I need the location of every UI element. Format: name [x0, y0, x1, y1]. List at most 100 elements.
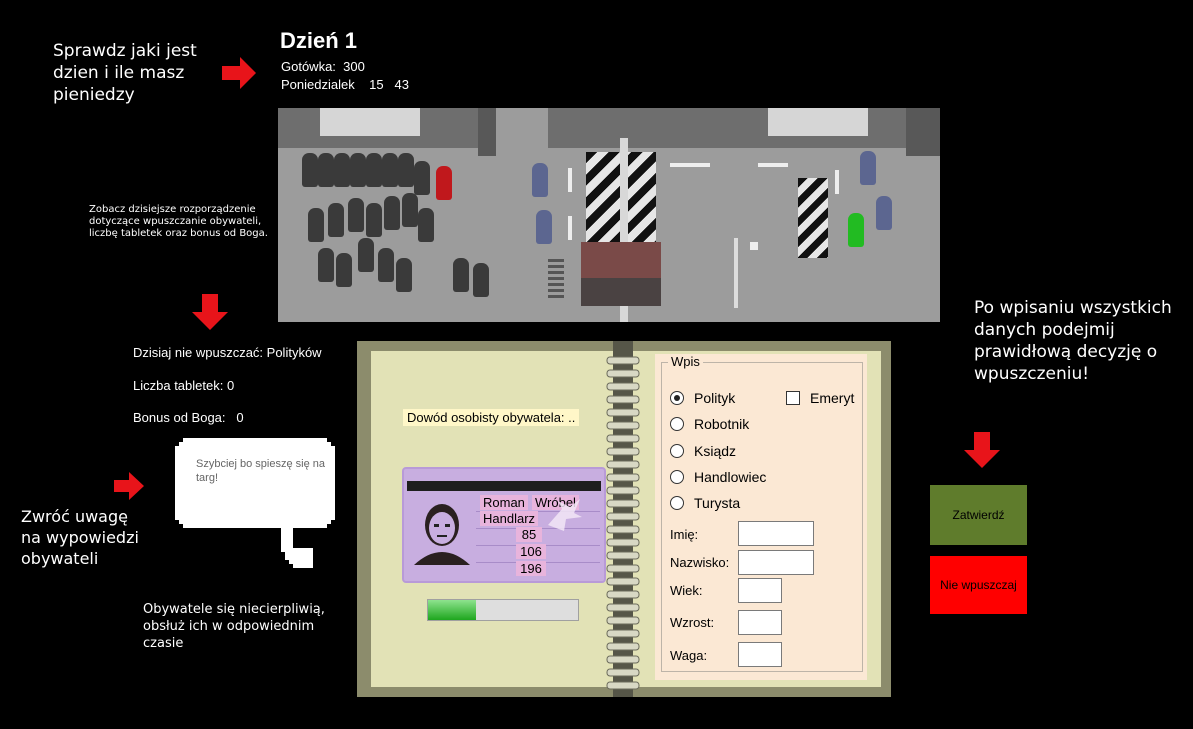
bollard [568, 216, 572, 240]
spiral-ring [606, 681, 640, 690]
building-corner [478, 108, 496, 156]
id-age: 85 [516, 527, 542, 542]
bench [758, 163, 788, 167]
radio-label: Robotnik [694, 416, 750, 432]
radio-icon[interactable] [670, 417, 684, 431]
friendly-guard [848, 213, 864, 247]
citizen-silhouette [418, 208, 434, 242]
citizen-silhouette [308, 208, 324, 242]
weight-input[interactable] [738, 642, 782, 667]
cash-label: Gotówka: [281, 59, 336, 74]
clock-hour: 15 [369, 77, 384, 92]
arrow-down-icon [964, 432, 1000, 468]
hint-speech: Zwróć uwagę na wypowiedzi obywateli [21, 507, 139, 568]
radio-icon[interactable] [670, 391, 684, 405]
first-name-input[interactable] [738, 521, 814, 546]
border-checkpoint-scene [278, 108, 940, 322]
patience-bar-fill [428, 600, 476, 620]
day-title: Dzień 1 [280, 28, 358, 53]
spiral-ring [606, 499, 640, 508]
weight-label: Waga: [670, 648, 708, 663]
spiral-ring [606, 590, 640, 599]
spiral-ring [606, 395, 640, 404]
radio-robotnik[interactable]: Robotnik [670, 415, 749, 433]
age-input[interactable] [738, 578, 782, 603]
citizen-silhouette [396, 258, 412, 292]
spiral-ring [606, 642, 640, 651]
spiral-ring [606, 369, 640, 378]
spiral-ring [606, 577, 640, 586]
radio-label: Ksiądz [694, 443, 737, 459]
citizen-silhouette [348, 198, 364, 232]
citizen-silhouette [414, 161, 430, 195]
left-page: Dowód osobisty obywatela: .. Roman Wróbe… [371, 351, 619, 687]
spiral-ring [606, 525, 640, 534]
spiral-ring [606, 356, 640, 365]
arrow-right-icon [222, 57, 256, 89]
spiral-ring [606, 434, 640, 443]
checkbox-emeryt[interactable]: Emeryt [786, 389, 854, 407]
radio-icon[interactable] [670, 496, 684, 510]
hint-decision: Po wpisaniu wszystkich danych podejmij p… [974, 298, 1172, 384]
id-card-header-bar [407, 481, 601, 491]
spiral-ring [606, 538, 640, 547]
spiral-ring [606, 551, 640, 560]
clock-row: Poniedzialek 15 43 [281, 77, 409, 92]
cash-row: Gotówka: 300 [281, 59, 365, 74]
sign-post [750, 242, 758, 250]
guard [532, 163, 548, 197]
checkbox-icon[interactable] [786, 391, 800, 405]
citizen-silhouette [318, 248, 334, 282]
height-label: Wzrost: [670, 615, 715, 630]
radio-polityk[interactable]: Polityk [670, 389, 735, 407]
citizen-silhouette [336, 253, 352, 287]
id-weight: 196 [516, 561, 546, 576]
citizen-silhouette [398, 153, 414, 187]
bollard [568, 168, 572, 192]
striped-barrier [798, 178, 828, 258]
id-first-name: Roman [480, 495, 528, 510]
spiral-ring [606, 564, 640, 573]
citizen-silhouette [453, 258, 469, 292]
spiral-ring [606, 668, 640, 677]
desk-base [581, 278, 661, 306]
citizen-portrait [410, 495, 474, 565]
entry-group-title: Wpis [668, 354, 703, 369]
spiral-ring [606, 486, 640, 495]
citizen-silhouette [378, 248, 394, 282]
radio-handlowiec[interactable]: Handlowiec [670, 468, 766, 486]
citizen-silhouette [473, 263, 489, 297]
radio-turysta[interactable]: Turysta [670, 494, 740, 512]
clock-minute: 43 [394, 77, 409, 92]
checkbox-label: Emeryt [810, 390, 855, 406]
back-wall-right [548, 108, 940, 148]
rule-tablets: Liczba tabletek: 0 [133, 378, 235, 393]
radio-ksiadz[interactable]: Ksiądz [670, 442, 736, 460]
citizen-silhouette [302, 153, 318, 187]
spiral-ring [606, 460, 640, 469]
guard [536, 210, 552, 244]
bollard [734, 238, 738, 308]
radio-icon[interactable] [670, 470, 684, 484]
bollard [835, 170, 839, 194]
right-page: Wpis Polityk Emeryt Robotnik Ksiądz Hand… [631, 351, 881, 687]
bench [670, 163, 710, 167]
last-name-label: Nazwisko: [670, 555, 730, 570]
citizen-silhouette [358, 238, 374, 272]
reject-button[interactable]: Nie wpuszczaj [930, 556, 1027, 614]
citizen-silhouette [334, 153, 350, 187]
approve-button[interactable]: Zatwierdź [930, 485, 1027, 545]
weekday: Poniedzialek [281, 77, 355, 92]
id-profession: Handlarz [480, 511, 539, 526]
age-label: Wiek: [670, 583, 703, 598]
inspector-desk [581, 242, 661, 282]
last-name-input[interactable] [738, 550, 814, 575]
guard [860, 151, 876, 185]
height-input[interactable] [738, 610, 782, 635]
radio-icon[interactable] [670, 444, 684, 458]
arrow-down-icon [192, 294, 228, 330]
hint-patience: Obywatele się niecierpliwią, obsłuż ich … [143, 602, 325, 651]
citizen-silhouette [382, 153, 398, 187]
radio-label: Polityk [694, 390, 736, 406]
citizen-silhouette [366, 203, 382, 237]
